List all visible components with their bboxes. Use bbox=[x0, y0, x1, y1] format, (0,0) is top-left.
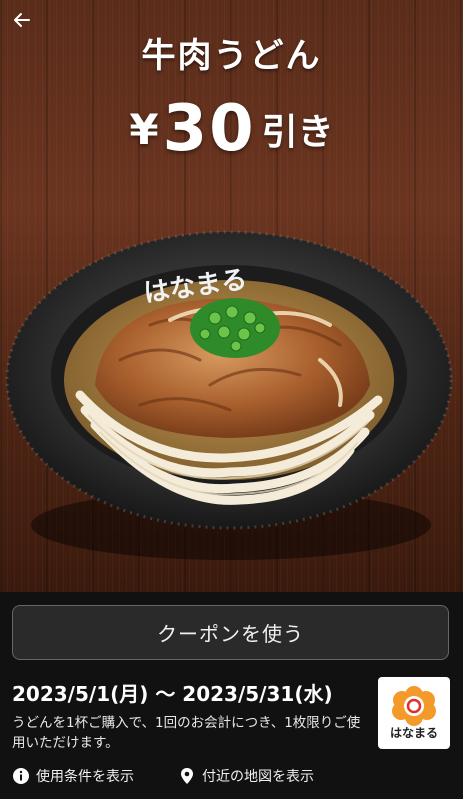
discount-value: 30 bbox=[162, 92, 256, 166]
coupon-description: うどんを1杯ご購入で、1回のお会計につき、1枚限りご使用いただけます。 bbox=[12, 715, 361, 751]
discount-suffix: 引き bbox=[261, 112, 334, 153]
arrow-left-icon bbox=[14, 13, 30, 27]
currency-symbol: ¥ bbox=[129, 105, 159, 154]
coupon-links: 使用条件を表示 付近の地図を表示 bbox=[12, 765, 452, 787]
info-icon bbox=[12, 767, 30, 785]
show-map-label: 付近の地図を表示 bbox=[202, 769, 314, 785]
location-pin-icon bbox=[178, 767, 196, 785]
brand-logo-text: はなまる bbox=[390, 726, 438, 740]
coupon-title: 牛肉うどん bbox=[141, 36, 322, 76]
coupon-validity-period: 2023/5/1(月) 〜 2023/5/31(水) bbox=[12, 682, 333, 706]
coupon-hero-image: 牛肉うどん ¥30 引き はなまる bbox=[0, 0, 463, 592]
use-coupon-button[interactable]: クーポンを使う bbox=[12, 605, 449, 660]
discount-amount: ¥30 引き bbox=[0, 92, 463, 166]
show-terms-label: 使用条件を表示 bbox=[36, 769, 134, 785]
udon-bowl-image: はなまる bbox=[0, 210, 463, 590]
flower-logo-icon bbox=[392, 686, 436, 726]
show-map-link[interactable]: 付近の地図を表示 bbox=[178, 765, 314, 787]
show-terms-link[interactable]: 使用条件を表示 bbox=[12, 765, 134, 787]
brand-logo: はなまる bbox=[378, 677, 450, 749]
